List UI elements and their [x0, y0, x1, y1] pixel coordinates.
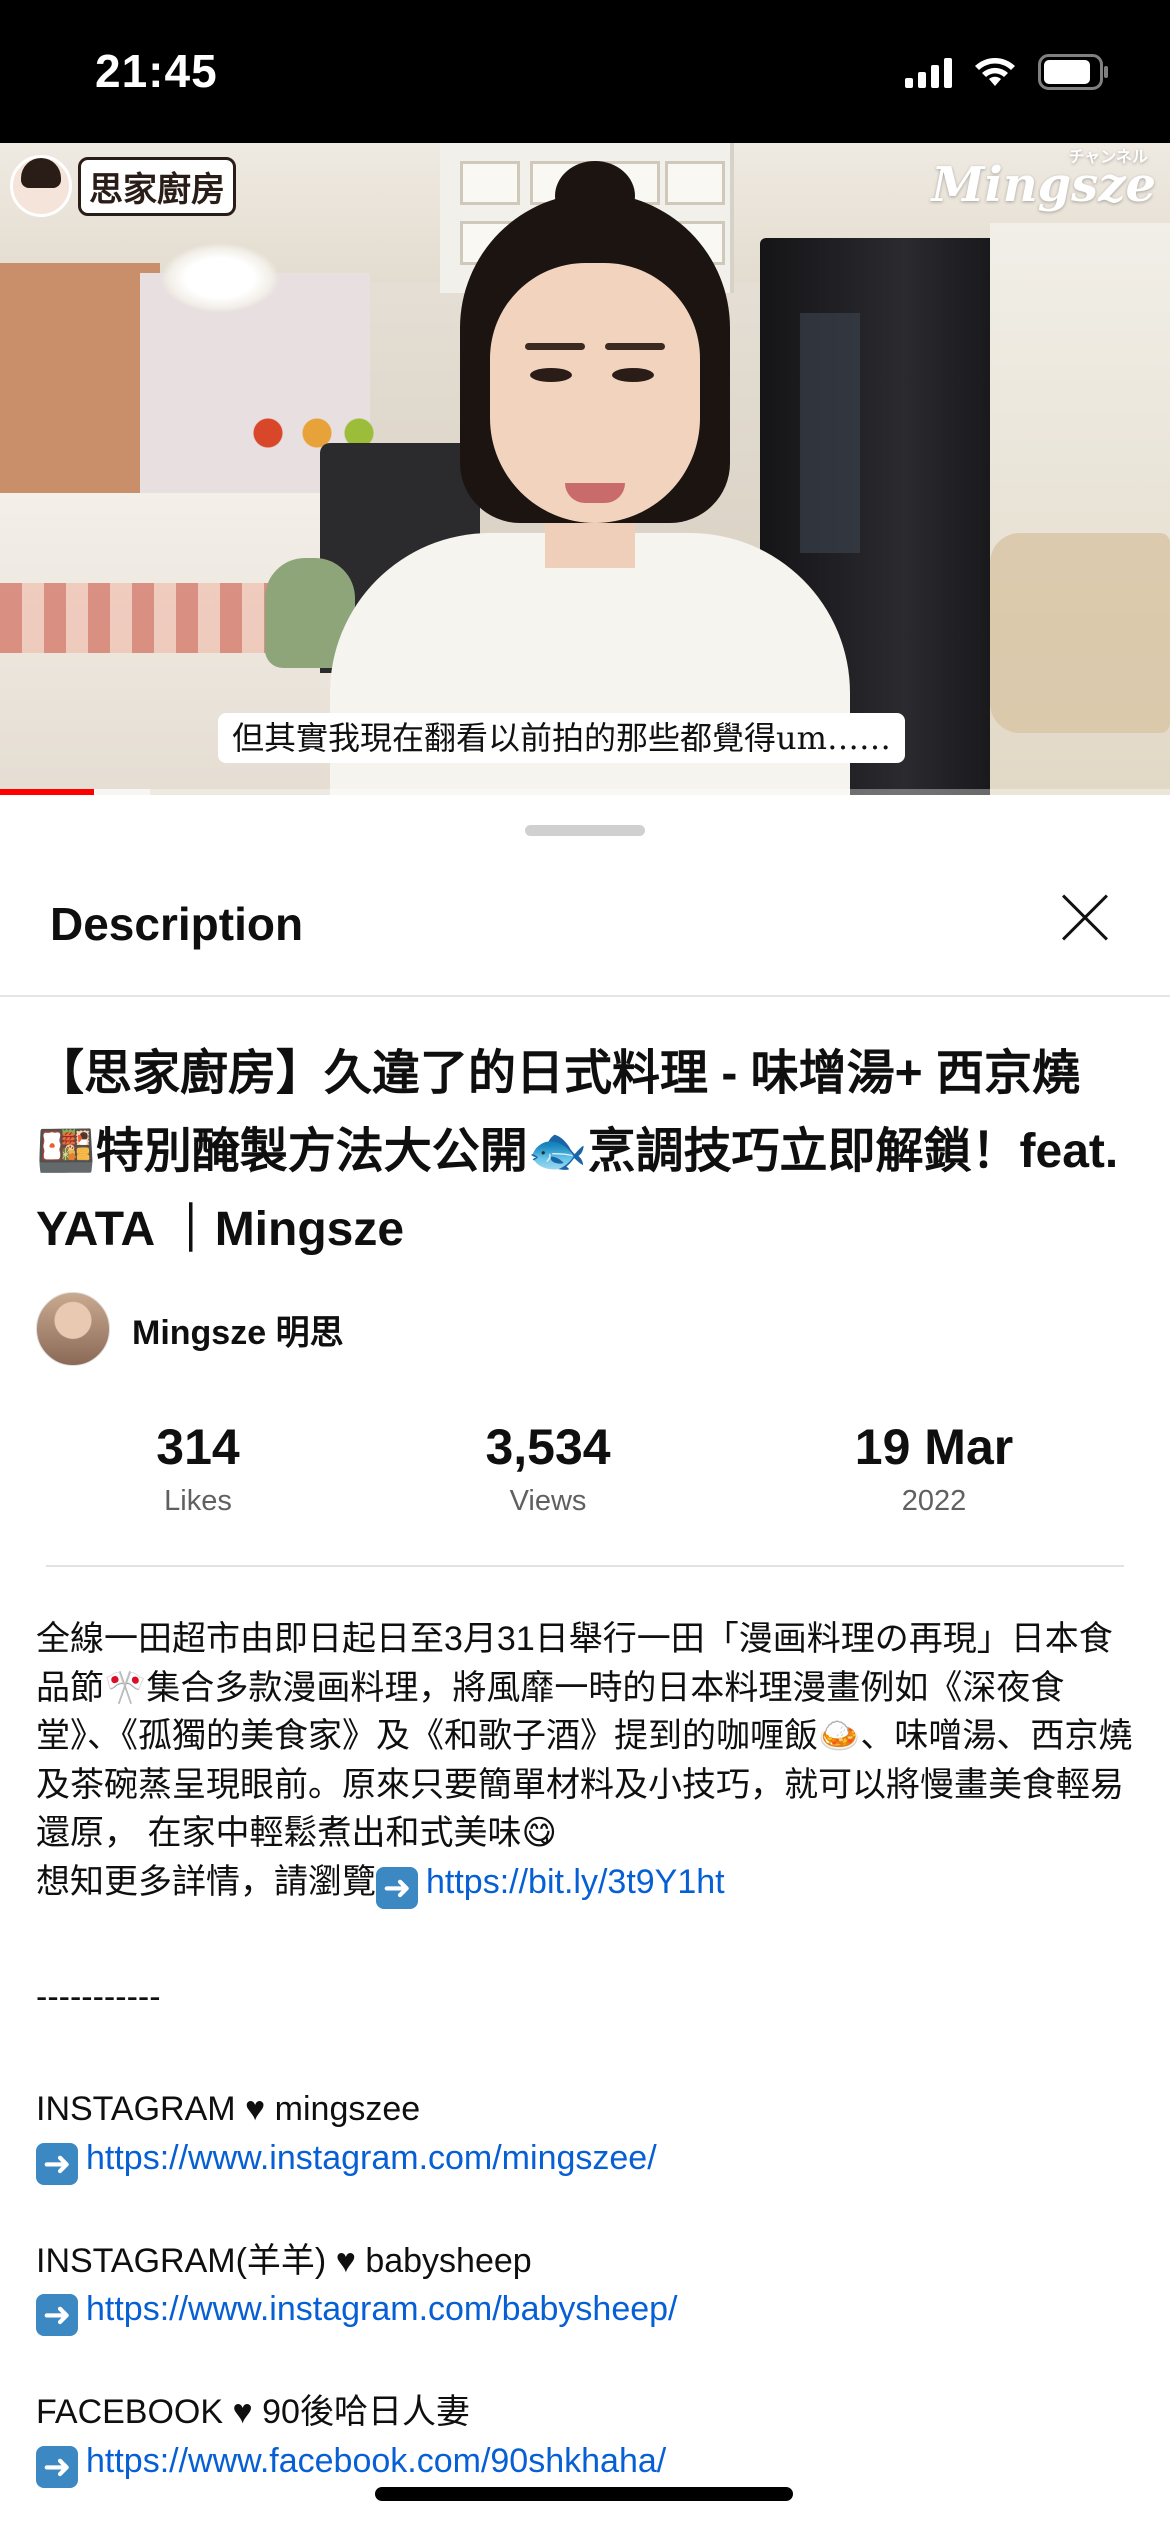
- brand-kana: チャンネル: [1068, 147, 1148, 166]
- brand-watermark: チャンネル Mingsze: [931, 147, 1156, 213]
- right-arrow-icon: ➜: [36, 2142, 78, 2185]
- wifi-icon: [974, 56, 1016, 88]
- instagram-sheep-link[interactable]: https://www.instagram.com/babysheep/: [86, 2290, 678, 2328]
- divider: [46, 1565, 1124, 1567]
- video-subtitle: 但其實我現在翻看以前拍的那些都覺得um……: [218, 713, 905, 763]
- avatar[interactable]: [36, 1292, 110, 1366]
- right-arrow-icon: ➜: [36, 2445, 78, 2488]
- sheet-header: Description: [0, 855, 1170, 997]
- instagram-label: INSTAGRAM ♥ mingszee: [36, 2090, 421, 2128]
- sheet-drag-handle[interactable]: [525, 825, 645, 836]
- separator-line: -----------: [36, 1977, 161, 2016]
- views-label: Views: [509, 1485, 587, 1517]
- status-time: 21:45: [95, 45, 218, 97]
- channel-logo-text: 思家廚房: [78, 156, 236, 216]
- close-icon[interactable]: [1050, 883, 1120, 953]
- more-info-text: 想知更多詳情，請瀏覽: [36, 1862, 376, 1901]
- instagram-sheep-link-line: ➜ https://www.instagram.com/babysheep/: [36, 2285, 1136, 2336]
- video-player[interactable]: 思家廚房 チャンネル Mingsze 但其實我現在翻看以前拍的那些都覺得um……: [0, 143, 1170, 795]
- description-paragraph: 全線一田超市由即日起日至3月31日舉行一田「漫画料理の再現」日本食品節🎌集合多款…: [36, 1620, 1133, 1852]
- instagram-sheep-label: INSTAGRAM(羊羊) ♥ babysheep: [36, 2241, 532, 2280]
- more-info-link[interactable]: https://bit.ly/3t9Y1ht: [426, 1863, 725, 1901]
- more-info-line: 想知更多詳情，請瀏覽 ➜ https://bit.ly/3t9Y1ht: [36, 1858, 1136, 1909]
- video-stats: 314 Likes 3,534 Views 19 Mar 2022: [0, 1417, 1170, 1527]
- home-indicator[interactable]: [375, 2487, 793, 2501]
- views-count: 3,534: [485, 1419, 611, 1475]
- instagram-link[interactable]: https://www.instagram.com/mingszee/: [86, 2139, 657, 2177]
- description-sheet: Description 【思家廚房】久違了的日式料理 - 味增湯+ 西京燒🍱特別…: [0, 795, 1170, 2532]
- battery-icon: [1038, 54, 1110, 90]
- description-text: 全線一田超市由即日起日至3月31日舉行一田「漫画料理の再現」日本食品節🎌集合多款…: [36, 1615, 1136, 2488]
- channel-row[interactable]: Mingsze 明思: [36, 1292, 344, 1366]
- instagram-link-line: ➜ https://www.instagram.com/mingszee/: [36, 2134, 1136, 2185]
- video-title: 【思家廚房】久違了的日式料理 - 味增湯+ 西京燒🍱特別醃製方法大公開🐟烹調技巧…: [36, 1047, 1119, 1256]
- likes-count: 314: [156, 1419, 240, 1475]
- channel-logo-watermark: 思家廚房: [10, 151, 236, 221]
- upload-year: 2022: [901, 1485, 967, 1517]
- likes-stat: 314 Likes: [48, 1417, 348, 1521]
- likes-label: Likes: [164, 1485, 232, 1517]
- facebook-label: FACEBOOK ♥ 90後哈日人妻: [36, 2393, 470, 2431]
- facebook-link[interactable]: https://www.facebook.com/90shkhaha/: [86, 2442, 666, 2480]
- right-arrow-icon: ➜: [36, 2294, 78, 2336]
- status-icons: [905, 52, 1110, 92]
- facebook-link-line: ➜ https://www.facebook.com/90shkhaha/: [36, 2437, 1136, 2488]
- upload-date: 19 Mar: [854, 1419, 1014, 1475]
- chef-avatar-icon: [10, 155, 72, 217]
- sheet-title: Description: [50, 898, 304, 950]
- status-bar: 21:45: [0, 0, 1170, 143]
- channel-name[interactable]: Mingsze 明思: [132, 1305, 344, 1354]
- right-arrow-icon: ➜: [376, 1866, 418, 1909]
- date-stat: 19 Mar 2022: [784, 1417, 1084, 1521]
- views-stat: 3,534 Views: [398, 1417, 698, 1521]
- cellular-signal-icon: [905, 56, 952, 88]
